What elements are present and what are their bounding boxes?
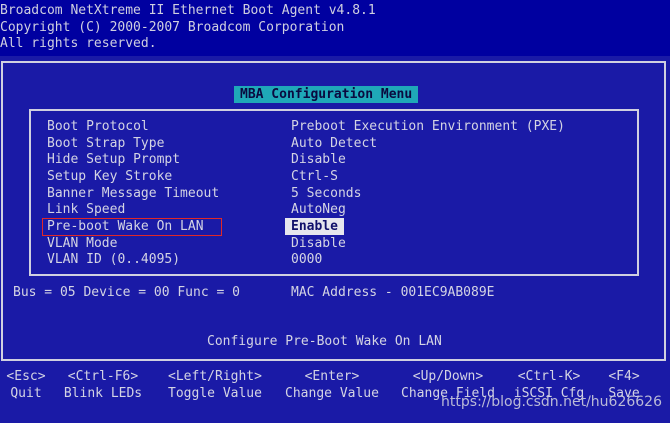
setting-label: Setup Key Stroke: [47, 169, 173, 184]
help-status-text: Configure Pre-Boot Wake On LAN: [207, 334, 442, 349]
setting-label: Boot Protocol: [47, 119, 149, 134]
action-toggle-value: Toggle Value: [168, 386, 262, 401]
setting-value[interactable]: Ctrl-S: [291, 168, 338, 185]
key-enter[interactable]: <Enter>: [280, 368, 384, 385]
key-esc[interactable]: <Esc>: [4, 368, 48, 385]
setting-value[interactable]: Disable: [291, 235, 346, 252]
key-ctrl-f6[interactable]: <Ctrl-F6>: [60, 368, 146, 385]
mac-address: MAC Address - 001EC9AB089E: [291, 285, 495, 300]
bus-info: Bus = 05 Device = 00 Func = 0: [13, 285, 240, 300]
setting-value[interactable]: 0000: [291, 251, 322, 268]
setting-label: VLAN ID (0..4095): [47, 252, 181, 267]
header-title: Broadcom NetXtreme II Ethernet Boot Agen…: [0, 3, 376, 18]
setting-row-vlan-mode[interactable]: VLAN Mode Disable: [0, 235, 670, 252]
setting-value-selected[interactable]: Enable: [285, 218, 344, 235]
key-ctrl-k[interactable]: <Ctrl-K>: [509, 368, 589, 385]
setting-value[interactable]: 5 Seconds: [291, 185, 361, 202]
setting-label: Hide Setup Prompt: [47, 152, 181, 167]
setting-value[interactable]: AutoNeg: [291, 201, 346, 218]
key-up-down[interactable]: <Up/Down>: [396, 368, 500, 385]
action-quit: Quit: [10, 386, 42, 401]
boot-agent-header: Broadcom NetXtreme II Ethernet Boot Agen…: [0, 0, 670, 56]
key-f4[interactable]: <F4>: [600, 368, 648, 385]
watermark-url: https://blog.csdn.net/hu626626: [441, 394, 662, 410]
setting-label: Link Speed: [47, 202, 126, 217]
setting-value[interactable]: Auto Detect: [291, 135, 377, 152]
setting-row-boot-protocol[interactable]: Boot Protocol Preboot Execution Environm…: [0, 118, 670, 135]
header-rights: All rights reserved.: [0, 36, 157, 51]
setting-label: Boot Strap Type: [47, 136, 165, 151]
header-copyright: Copyright (C) 2000-2007 Broadcom Corpora…: [0, 20, 345, 35]
action-change-value: Change Value: [285, 386, 379, 401]
setting-row-boot-strap-type[interactable]: Boot Strap Type Auto Detect: [0, 135, 670, 152]
bios-screen: Broadcom NetXtreme II Ethernet Boot Agen…: [0, 0, 670, 423]
setting-label: Banner Message Timeout: [47, 186, 220, 201]
setting-value[interactable]: Preboot Execution Environment (PXE): [291, 118, 565, 135]
highlight-annotation-box: [42, 218, 222, 236]
action-blink-leds: Blink LEDs: [63, 386, 143, 401]
setting-row-link-speed[interactable]: Link Speed AutoNeg: [0, 201, 670, 218]
key-left-right[interactable]: <Left/Right>: [163, 368, 267, 385]
setting-row-banner-message-timeout[interactable]: Banner Message Timeout 5 Seconds: [0, 185, 670, 202]
setting-label: VLAN Mode: [47, 236, 118, 251]
setting-row-setup-key-stroke[interactable]: Setup Key Stroke Ctrl-S: [0, 168, 670, 185]
setting-value[interactable]: Disable: [291, 151, 346, 168]
setting-row-vlan-id[interactable]: VLAN ID (0..4095) 0000: [0, 251, 670, 268]
menu-title: MBA Configuration Menu: [234, 86, 419, 103]
setting-row-hide-setup-prompt[interactable]: Hide Setup Prompt Disable: [0, 151, 670, 168]
